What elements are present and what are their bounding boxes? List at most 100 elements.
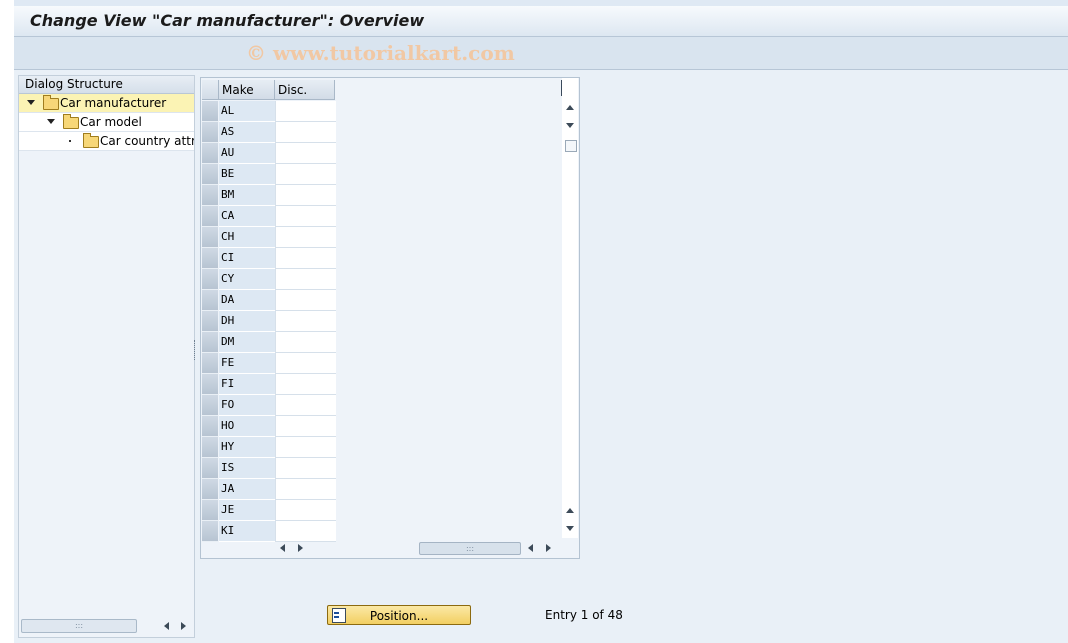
row-selector[interactable] (202, 437, 218, 458)
make-cell: FI (219, 374, 275, 395)
table-horizontal-scrollbar[interactable]: ::: (275, 541, 565, 555)
disc-input[interactable] (275, 332, 336, 353)
disc-input[interactable] (275, 248, 336, 269)
tree-item-label: Car model (80, 115, 142, 129)
scroll-up-icon[interactable] (566, 105, 574, 110)
row-selector[interactable] (202, 164, 218, 185)
table-row: BM (201, 185, 336, 206)
disc-input[interactable] (275, 311, 336, 332)
main-content: Dialog Structure Car manufacturer Car mo… (14, 70, 1068, 643)
scroll-page-down-icon[interactable] (566, 526, 574, 531)
select-all-header[interactable] (202, 80, 219, 100)
disc-input[interactable] (275, 437, 336, 458)
table-row: FI (201, 374, 336, 395)
scroll-left-icon[interactable] (280, 544, 285, 552)
scroll-right-icon[interactable] (546, 544, 551, 552)
disc-input[interactable] (275, 122, 336, 143)
table-row: AU (201, 143, 336, 164)
row-selector[interactable] (202, 248, 218, 269)
scroll-thumb[interactable]: ::: (419, 542, 521, 555)
column-header-make[interactable]: Make (219, 80, 275, 100)
tree-item-car-manufacturer[interactable]: Car manufacturer (19, 94, 194, 113)
disc-input[interactable] (275, 374, 336, 395)
row-selector[interactable] (202, 206, 218, 227)
table-row: DA (201, 290, 336, 311)
scroll-thumb[interactable]: ::: (21, 619, 137, 633)
table-row: CA (201, 206, 336, 227)
make-cell: DH (219, 311, 275, 332)
row-selector[interactable] (202, 311, 218, 332)
row-selector[interactable] (202, 101, 218, 122)
row-selector[interactable] (202, 395, 218, 416)
scroll-down-icon[interactable] (566, 123, 574, 128)
disc-input[interactable] (275, 479, 336, 500)
title-bar: Change View "Car manufacturer": Overview (14, 6, 1068, 37)
make-cell: CH (219, 227, 275, 248)
disc-input[interactable] (275, 185, 336, 206)
scroll-thumb[interactable] (565, 140, 577, 152)
make-cell: FO (219, 395, 275, 416)
position-button[interactable]: Position... (327, 605, 471, 625)
tree-item-label: Car manufacturer (60, 96, 167, 110)
row-selector[interactable] (202, 479, 218, 500)
row-selector[interactable] (202, 416, 218, 437)
row-selector[interactable] (202, 185, 218, 206)
make-cell: JA (219, 479, 275, 500)
expand-arrow-icon[interactable] (27, 100, 35, 105)
expand-arrow-icon[interactable] (47, 119, 55, 124)
table-row: HO (201, 416, 336, 437)
disc-input[interactable] (275, 206, 336, 227)
disc-input[interactable] (275, 458, 336, 479)
make-cell: BM (219, 185, 275, 206)
scroll-right-icon[interactable] (181, 622, 186, 630)
table-vertical-scrollbar[interactable] (562, 78, 578, 538)
make-cell: KI (219, 521, 275, 542)
table-row: AS (201, 122, 336, 143)
table-row: FE (201, 353, 336, 374)
disc-input[interactable] (275, 269, 336, 290)
leaf-bullet-icon (69, 140, 71, 142)
disc-input[interactable] (275, 416, 336, 437)
row-selector[interactable] (202, 332, 218, 353)
make-cell: HO (219, 416, 275, 437)
column-header-disc[interactable]: Disc. (275, 80, 335, 100)
scroll-left-icon[interactable] (528, 544, 533, 552)
make-cell: AS (219, 122, 275, 143)
disc-input[interactable] (275, 143, 336, 164)
disc-input[interactable] (275, 395, 336, 416)
folder-icon (63, 114, 79, 129)
disc-input[interactable] (275, 290, 336, 311)
dialog-structure-panel: Dialog Structure Car manufacturer Car mo… (18, 75, 195, 638)
table-row: AL (201, 101, 336, 122)
row-selector[interactable] (202, 227, 218, 248)
row-selector[interactable] (202, 374, 218, 395)
table-row: JA (201, 479, 336, 500)
entry-counter: Entry 1 of 48 (545, 608, 623, 622)
panel-splitter[interactable] (194, 340, 197, 360)
left-strip (0, 0, 14, 643)
row-selector[interactable] (202, 122, 218, 143)
disc-input[interactable] (275, 353, 336, 374)
folder-open-icon (43, 95, 59, 110)
row-selector[interactable] (202, 290, 218, 311)
row-selector[interactable] (202, 353, 218, 374)
row-selector[interactable] (202, 458, 218, 479)
disc-input[interactable] (275, 500, 336, 521)
make-cell: DM (219, 332, 275, 353)
row-selector[interactable] (202, 143, 218, 164)
scroll-left-icon[interactable] (164, 622, 169, 630)
table-row: FO (201, 395, 336, 416)
row-selector[interactable] (202, 269, 218, 290)
tree-item-car-country-attrib[interactable]: Car country attrib (19, 132, 194, 151)
scroll-right-icon[interactable] (298, 544, 303, 552)
scroll-page-up-icon[interactable] (566, 508, 574, 513)
disc-input[interactable] (275, 521, 336, 542)
tree-horizontal-scrollbar[interactable]: ::: (21, 619, 191, 633)
disc-input[interactable] (275, 164, 336, 185)
dialog-structure-header: Dialog Structure (19, 76, 194, 94)
disc-input[interactable] (275, 101, 336, 122)
disc-input[interactable] (275, 227, 336, 248)
row-selector[interactable] (202, 500, 218, 521)
tree-item-car-model[interactable]: Car model (19, 113, 194, 132)
row-selector[interactable] (202, 521, 218, 542)
